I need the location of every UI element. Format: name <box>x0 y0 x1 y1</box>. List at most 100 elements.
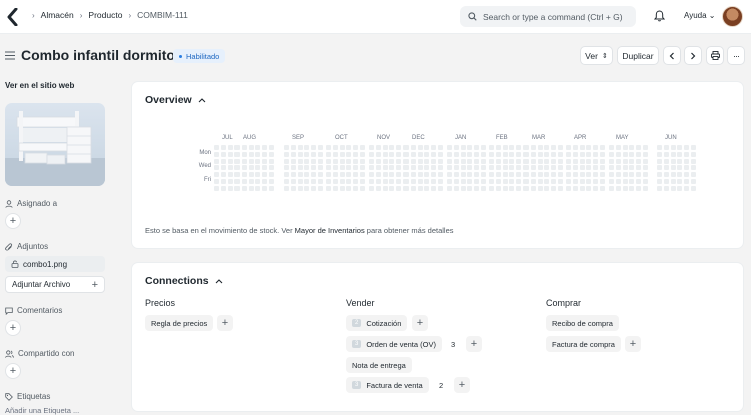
print-button[interactable] <box>706 46 724 65</box>
heatmap-cell <box>609 172 614 178</box>
heatmap-cell <box>474 172 480 178</box>
heatmap-cell <box>410 179 416 184</box>
heatmap-cell <box>417 179 423 184</box>
product-image[interactable] <box>5 103 105 186</box>
heatmap-cell <box>544 185 550 191</box>
breadcrumb-producto[interactable]: Producto <box>88 10 122 20</box>
heatmap-cell <box>629 158 635 164</box>
bell-icon[interactable] <box>654 10 665 22</box>
heatmap-cell <box>516 185 522 191</box>
more-menu-button[interactable]: ··· <box>727 46 745 65</box>
heatmap-cell <box>544 158 550 164</box>
heatmap-cell <box>404 179 409 184</box>
heatmap-cell <box>214 151 219 157</box>
heatmap-cell <box>438 145 443 150</box>
connection-label: Cotización <box>366 318 402 328</box>
heatmap-cell <box>643 179 648 184</box>
heatmap-cell <box>214 145 219 150</box>
heatmap-cell <box>248 185 254 191</box>
heatmap-cell <box>214 179 219 184</box>
heatmap-cell <box>318 185 323 191</box>
connection-link-quotation[interactable]: 2 Cotización <box>346 315 408 331</box>
heatmap-cell <box>453 185 459 191</box>
heatmap-cell <box>677 185 683 191</box>
heatmap-cell <box>431 172 437 178</box>
heatmap-cell <box>495 179 501 184</box>
breadcrumb-almacen[interactable]: Almacén <box>41 10 74 20</box>
connection-link-pricing-rule[interactable]: Regla de precios <box>145 315 214 331</box>
heatmap-cell <box>544 179 550 184</box>
heatmap-cell <box>417 151 423 157</box>
heatmap-cell <box>509 145 515 150</box>
add-comment-button[interactable]: + <box>5 320 21 336</box>
connection-link-sales-order[interactable]: 3 Orden de venta (OV) <box>346 336 442 352</box>
heatmap-cell <box>431 145 437 150</box>
heatmap-cell <box>530 172 536 178</box>
website-link[interactable]: Ver en el sitio web <box>5 81 74 90</box>
heatmap-cell <box>438 151 443 157</box>
connection-link-sales-invoice[interactable]: 3 Factura de venta <box>346 377 429 393</box>
heatmap-cell <box>566 151 571 157</box>
connections-header[interactable]: Connections <box>145 275 223 287</box>
add-purchase-invoice-button[interactable]: + <box>625 336 641 352</box>
connection-link-purchase-receipt[interactable]: Recibo de compra <box>546 315 619 331</box>
attach-file-button[interactable]: Adjuntar Archivo + <box>5 276 105 293</box>
app-logo-icon[interactable] <box>6 8 20 26</box>
connections-column-heading: Comprar <box>546 298 582 308</box>
heatmap-cell <box>396 185 402 191</box>
heatmap-cell <box>663 185 669 191</box>
heatmap-cell <box>353 151 359 157</box>
heatmap-cell <box>524 185 529 191</box>
add-sales-order-button[interactable]: + <box>466 336 482 352</box>
heatmap-cell <box>489 151 494 157</box>
heatmap-cell <box>353 185 359 191</box>
heatmap-cell <box>284 172 289 178</box>
add-quotation-button[interactable]: + <box>412 315 428 331</box>
add-assignee-button[interactable]: + <box>5 213 21 229</box>
heatmap-cell <box>235 179 240 184</box>
attachment-filename: combo1.png <box>23 259 68 269</box>
heatmap-month-label: JUL <box>222 135 233 141</box>
heatmap-cell <box>467 179 473 184</box>
breadcrumb-current[interactable]: COMBIM-111 <box>137 10 188 20</box>
heatmap-cell <box>663 179 669 184</box>
heatmap-cell <box>551 145 557 150</box>
next-button[interactable] <box>684 46 702 65</box>
heatmap-cell <box>677 158 683 164</box>
breadcrumb: › Almacén › Producto › COMBIM-111 <box>26 10 188 20</box>
heatmap-cell <box>657 165 662 171</box>
heatmap-cell <box>657 179 662 184</box>
stock-ledger-link[interactable]: Mayor de Inventarios <box>295 226 365 235</box>
heatmap-cell <box>360 145 365 150</box>
heatmap-cell <box>284 179 289 184</box>
add-pricing-rule-button[interactable]: + <box>217 315 233 331</box>
heatmap-cell <box>248 151 254 157</box>
avatar[interactable] <box>722 6 743 27</box>
add-share-button[interactable]: + <box>5 363 21 379</box>
help-dropdown[interactable]: Ayuda ⌄ <box>684 11 715 20</box>
attachment-item[interactable]: combo1.png <box>5 256 105 272</box>
connection-link-purchase-invoice[interactable]: Factura de compra <box>546 336 621 352</box>
duplicate-button[interactable]: Duplicar <box>617 46 659 65</box>
overview-header[interactable]: Overview <box>145 94 206 106</box>
heatmap-cell <box>558 185 563 191</box>
heatmap-cell <box>509 179 515 184</box>
heatmap-cell <box>369 179 374 184</box>
heatmap-cell <box>509 151 515 157</box>
view-button[interactable]: Ver ⇕ <box>580 46 613 65</box>
heatmap-cell <box>551 185 557 191</box>
connection-link-delivery-note[interactable]: Nota de entrega <box>346 357 412 373</box>
heatmap-cell <box>691 151 696 157</box>
heatmap-cell <box>375 158 381 164</box>
help-label: Ayuda <box>684 11 707 20</box>
search-input[interactable]: Search or type a command (Ctrl + G) <box>460 6 636 27</box>
sidebar-toggle-icon[interactable] <box>5 51 15 60</box>
heatmap-cell <box>431 151 437 157</box>
heatmap-cell <box>255 179 261 184</box>
add-sales-invoice-button[interactable]: + <box>454 377 470 393</box>
heatmap-cell <box>609 145 614 150</box>
previous-button[interactable] <box>663 46 681 65</box>
heatmap-day-label: Fri <box>204 177 211 183</box>
heatmap-cell <box>241 179 247 184</box>
add-tag-link[interactable]: Añadir una Etiqueta ... <box>5 406 79 415</box>
